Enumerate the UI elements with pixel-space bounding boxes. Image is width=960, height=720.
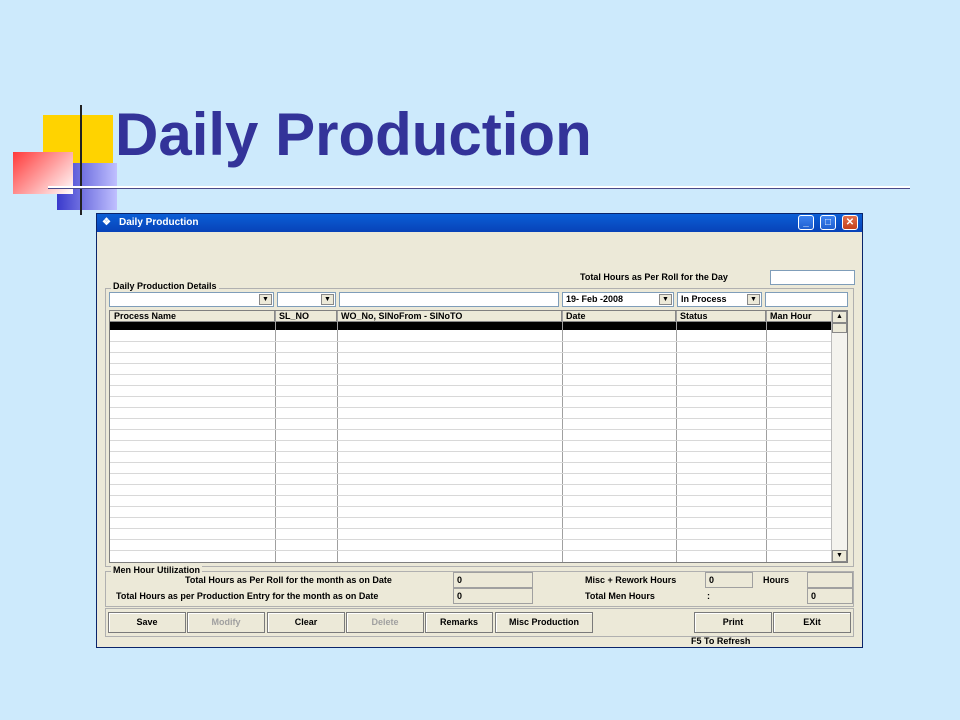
minimize-icon: _ — [803, 217, 809, 228]
entry-month-field: 0 — [453, 588, 533, 604]
window-titlebar[interactable]: ❖ Daily Production _ □ ✕ — [97, 214, 862, 232]
roll-month-field: 0 — [453, 572, 533, 588]
chevron-down-icon[interactable]: ▼ — [259, 294, 272, 305]
col-header-man-hour[interactable]: Man Hour — [766, 311, 832, 322]
hours-field — [807, 572, 853, 588]
entry-month-label: Total Hours as per Production Entry for … — [116, 591, 379, 601]
misc-rework-field: 0 — [705, 572, 753, 588]
delete-button[interactable]: Delete — [346, 612, 424, 633]
chevron-down-icon[interactable]: ▼ — [747, 294, 760, 305]
grid-vertical-scrollbar[interactable]: ▲ ▼ — [831, 311, 847, 562]
app-window: ❖ Daily Production _ □ ✕ Total Hours as … — [96, 213, 863, 648]
total-men-hours-field: 0 — [807, 588, 853, 604]
grid-row-line — [110, 473, 832, 474]
close-button[interactable]: ✕ — [842, 215, 858, 230]
grid-row-line — [110, 495, 832, 496]
man-hour-filter-field[interactable] — [765, 292, 848, 307]
grid-row-line — [110, 517, 832, 518]
grid-row-line — [110, 374, 832, 375]
grid-row-line — [110, 363, 832, 364]
grid-row-line — [110, 462, 832, 463]
close-icon: ✕ — [845, 217, 855, 228]
col-header-sl-no[interactable]: SL_NO — [275, 311, 337, 322]
maximize-button[interactable]: □ — [820, 215, 836, 230]
scroll-down-icon[interactable]: ▼ — [832, 550, 847, 562]
grid-row-line — [110, 407, 832, 408]
col-divider — [562, 311, 563, 562]
col-divider — [337, 311, 338, 562]
title-rule-shadow — [48, 188, 910, 189]
app-icon: ❖ — [102, 217, 111, 228]
refresh-hint: F5 To Refresh — [691, 636, 751, 646]
hours-label: Hours — [763, 575, 790, 585]
production-grid[interactable]: Process Name SL_NO WO_No, SlNoFrom - SlN… — [109, 310, 848, 563]
grid-row-line — [110, 484, 832, 485]
chevron-down-icon[interactable]: ▼ — [321, 294, 334, 305]
slno-filter-combo[interactable]: ▼ — [277, 292, 336, 307]
grid-row-line — [110, 440, 832, 441]
grid-header: Process Name SL_NO WO_No, SlNoFrom - SlN… — [110, 311, 832, 322]
grid-row-line — [110, 385, 832, 386]
total-men-hours-label: Total Men Hours — [585, 591, 655, 601]
grid-row-line — [110, 418, 832, 419]
minimize-button[interactable]: _ — [798, 215, 814, 230]
process-filter-combo[interactable]: ▼ — [109, 292, 274, 307]
misc-production-button[interactable]: Misc Production — [495, 612, 593, 633]
exit-button[interactable]: EXit — [773, 612, 851, 633]
window-title: Daily Production — [119, 217, 199, 228]
grid-row-line — [110, 528, 832, 529]
col-header-date[interactable]: Date — [562, 311, 676, 322]
save-button[interactable]: Save — [108, 612, 186, 633]
status-filter-value: In Process — [681, 294, 727, 304]
total-men-hours-colon: : — [707, 591, 710, 601]
date-filter-combo[interactable]: 19- Feb -2008 ▼ — [562, 292, 674, 307]
print-button[interactable]: Print — [694, 612, 772, 633]
total-hours-roll-day-field[interactable] — [770, 270, 855, 285]
total-hours-roll-day-label: Total Hours as Per Roll for the Day — [580, 272, 728, 282]
selected-row[interactable] — [110, 322, 832, 330]
scroll-up-icon[interactable]: ▲ — [832, 311, 847, 323]
grid-row-line — [110, 539, 832, 540]
scroll-thumb[interactable] — [832, 323, 847, 333]
details-group-label: Daily Production Details — [111, 281, 219, 291]
col-header-process-name[interactable]: Process Name — [110, 311, 275, 322]
grid-row-line — [110, 550, 832, 551]
chevron-down-icon[interactable]: ▼ — [659, 294, 672, 305]
grid-row-line — [110, 341, 832, 342]
decor-vertical-line — [80, 105, 82, 215]
utilization-group-label: Men Hour Utilization — [111, 565, 202, 575]
col-header-status[interactable]: Status — [676, 311, 766, 322]
grid-row-line — [110, 429, 832, 430]
grid-row-line — [110, 352, 832, 353]
col-divider — [766, 311, 767, 562]
maximize-icon: □ — [824, 217, 832, 228]
roll-month-label: Total Hours as Per Roll for the month as… — [185, 575, 392, 585]
date-filter-value: 19- Feb -2008 — [566, 294, 624, 304]
grid-row-line — [110, 396, 832, 397]
col-divider — [275, 311, 276, 562]
status-filter-combo[interactable]: In Process ▼ — [677, 292, 762, 307]
wo-range-filter-field[interactable] — [339, 292, 559, 307]
slide-title: Daily Production — [115, 101, 592, 168]
clear-button[interactable]: Clear — [267, 612, 345, 633]
modify-button[interactable]: Modify — [187, 612, 265, 633]
col-header-wo-range[interactable]: WO_No, SlNoFrom - SlNoTO — [337, 311, 562, 322]
grid-row-line — [110, 451, 832, 452]
col-divider — [676, 311, 677, 562]
remarks-button[interactable]: Remarks — [425, 612, 493, 633]
grid-row-line — [110, 506, 832, 507]
misc-rework-label: Misc + Rework Hours — [585, 575, 677, 585]
